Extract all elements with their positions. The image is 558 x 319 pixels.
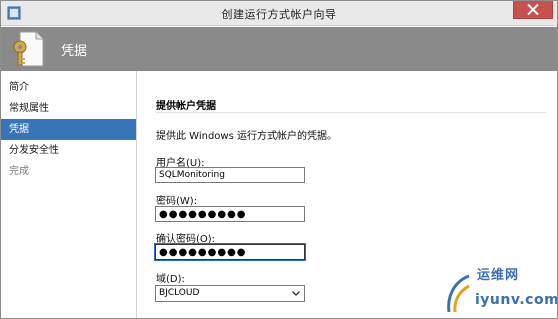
page-title: 凭据 bbox=[61, 44, 88, 59]
watermark: 运维网 iyunv.com bbox=[445, 260, 558, 318]
confirm-password-label: 确认密码(O): bbox=[156, 234, 216, 245]
domain-select[interactable]: BJCLOUD bbox=[155, 285, 305, 302]
page-banner: 凭据 bbox=[1, 27, 557, 71]
watermark-top-text: 运维网 bbox=[477, 268, 520, 283]
confirm-password-input[interactable] bbox=[155, 244, 305, 260]
section-description: 提供此 Windows 运行方式帐户的凭据。 bbox=[156, 131, 337, 142]
watermark-bottom-text: iyunv.com bbox=[475, 292, 558, 308]
domain-selected-value: BJCLOUD bbox=[159, 288, 200, 298]
minimize-icon[interactable] bbox=[499, 7, 509, 15]
credentials-form-panel: 提供帐户凭据 提供此 Windows 运行方式帐户的凭据。 用户名(U): 密码… bbox=[138, 71, 558, 318]
username-input[interactable] bbox=[155, 167, 305, 183]
domain-label: 域(D): bbox=[156, 274, 185, 285]
sidebar-item-credentials[interactable]: 凭据 bbox=[1, 119, 136, 140]
chevron-down-icon bbox=[292, 291, 300, 296]
sidebar-item-introduction[interactable]: 简介 bbox=[1, 77, 136, 98]
close-button[interactable] bbox=[513, 1, 553, 19]
sidebar-item-distribution-security[interactable]: 分发安全性 bbox=[1, 140, 136, 161]
watermark-logo-icon bbox=[447, 274, 470, 313]
password-label: 密码(W): bbox=[156, 196, 198, 207]
section-title: 提供帐户凭据 bbox=[156, 101, 216, 112]
title-bar: 创建运行方式帐户向导 bbox=[1, 1, 557, 26]
wizard-window: 创建运行方式帐户向导 凭据 简介 常规属性 凭据 分发安全性 完成 提供帐户凭据… bbox=[0, 0, 558, 319]
credentials-key-icon bbox=[13, 31, 44, 67]
sidebar-item-general-properties[interactable]: 常规属性 bbox=[1, 98, 136, 119]
window-title: 创建运行方式帐户向导 bbox=[221, 8, 337, 21]
close-icon bbox=[527, 4, 539, 15]
sidebar-item-completion[interactable]: 完成 bbox=[1, 161, 136, 182]
password-input[interactable] bbox=[155, 206, 305, 222]
section-divider bbox=[156, 112, 546, 113]
wizard-steps-sidebar: 简介 常规属性 凭据 分发安全性 完成 bbox=[1, 71, 137, 318]
